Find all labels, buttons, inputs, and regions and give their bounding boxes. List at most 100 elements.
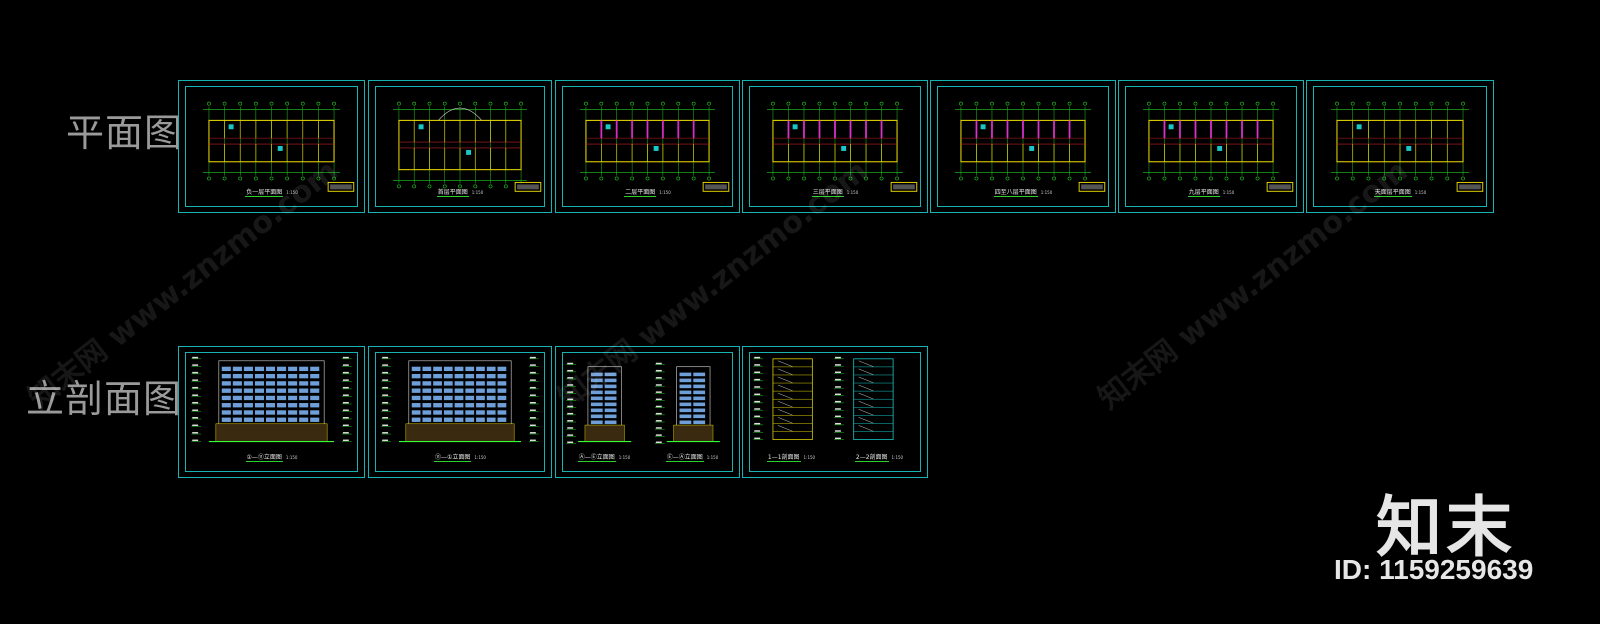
podium bbox=[673, 424, 714, 442]
door-mark bbox=[1006, 120, 1009, 139]
window bbox=[221, 381, 231, 386]
sheet-title: 四至八层平面图 1:150 bbox=[931, 187, 1115, 197]
door-mark bbox=[1163, 120, 1166, 139]
window bbox=[443, 373, 453, 379]
window bbox=[288, 417, 298, 422]
window bbox=[590, 414, 603, 419]
sheet-scale: 1:150 bbox=[471, 190, 484, 195]
level-text bbox=[342, 394, 349, 396]
level-text bbox=[835, 356, 841, 359]
window bbox=[265, 410, 276, 415]
grid-bubble bbox=[1429, 176, 1434, 181]
grid-bubble bbox=[584, 176, 588, 181]
plan-sheet[interactable]: 首层平面图 1:150 bbox=[368, 80, 552, 213]
window bbox=[310, 366, 320, 372]
stair-flight bbox=[777, 368, 793, 376]
window bbox=[277, 366, 287, 372]
grid-bubble bbox=[879, 101, 884, 106]
stair-mark bbox=[605, 124, 611, 130]
level-text bbox=[754, 356, 761, 359]
level-text bbox=[655, 427, 662, 429]
level-text bbox=[382, 401, 389, 404]
podium bbox=[405, 423, 515, 442]
window bbox=[243, 417, 253, 422]
grid-bubble bbox=[1445, 176, 1450, 181]
stair-mark bbox=[1168, 124, 1174, 130]
level-text bbox=[192, 394, 199, 396]
window bbox=[243, 373, 253, 379]
elevation-sheet[interactable]: 1—1剖面图 1:150 2—2剖面图 1:150 bbox=[742, 346, 928, 478]
window bbox=[590, 408, 603, 413]
window bbox=[221, 410, 231, 415]
grid-bubble bbox=[676, 101, 681, 106]
grid-bubble bbox=[1398, 101, 1402, 106]
level-text bbox=[835, 408, 841, 410]
window bbox=[693, 414, 706, 419]
sheet-scale: 1:150 bbox=[1222, 190, 1235, 195]
door-mark bbox=[1256, 120, 1259, 139]
stair-mark bbox=[418, 124, 424, 130]
window bbox=[254, 417, 265, 422]
elevation-sheet[interactable]: ⑪—①立面图 1:150 bbox=[368, 346, 552, 478]
grid-bubble bbox=[1240, 101, 1244, 106]
plan-sheet[interactable]: 九层平面图 1:150 bbox=[1118, 80, 1304, 213]
grid-bubble bbox=[1429, 101, 1434, 106]
level-text bbox=[192, 409, 199, 411]
level-text bbox=[655, 384, 662, 386]
plan-sheet[interactable]: 二层平面图 1:150 bbox=[555, 80, 740, 213]
window bbox=[454, 410, 464, 415]
window bbox=[288, 403, 298, 408]
window bbox=[288, 410, 298, 415]
plans-label: 平面图 bbox=[66, 111, 184, 155]
window bbox=[486, 373, 496, 379]
door-mark bbox=[1053, 120, 1056, 139]
grid-bubble bbox=[519, 101, 523, 106]
window bbox=[476, 388, 485, 393]
window bbox=[476, 417, 485, 422]
level-text bbox=[382, 371, 389, 374]
level-text bbox=[342, 356, 349, 359]
sheet-scale: 1:150 bbox=[1040, 190, 1053, 195]
window bbox=[221, 373, 231, 379]
grid-bubble bbox=[1382, 101, 1387, 106]
level-text bbox=[192, 439, 199, 442]
elevation-sheet[interactable]: ①—⑪立面图 1:150 bbox=[178, 346, 365, 478]
sheet-title: ⑪—①立面图 1:150 bbox=[369, 452, 551, 462]
stair-mark bbox=[1356, 124, 1362, 130]
window bbox=[443, 417, 453, 422]
level-text bbox=[754, 393, 761, 396]
level-text bbox=[529, 409, 536, 411]
plan-sheet[interactable]: 四至八层平面图 1:150 bbox=[930, 80, 1116, 213]
level-text bbox=[655, 369, 662, 372]
window bbox=[433, 403, 442, 408]
sheet-title: 1—1剖面图 1:150 bbox=[751, 452, 831, 462]
window bbox=[277, 395, 287, 401]
grid-bubble bbox=[974, 101, 979, 106]
sheet-scale: 1:150 bbox=[1414, 190, 1427, 195]
grid-bubble bbox=[1413, 101, 1418, 106]
grid-bubble bbox=[895, 101, 899, 106]
window bbox=[476, 366, 485, 372]
level-text bbox=[382, 394, 389, 396]
grid-bubble bbox=[1162, 101, 1167, 106]
sheet-title-text: 首层平面图 bbox=[436, 189, 469, 197]
level-text bbox=[529, 371, 536, 374]
window bbox=[254, 373, 265, 379]
stair-flight bbox=[858, 376, 874, 384]
level-text bbox=[382, 432, 389, 434]
stair-mark bbox=[1029, 146, 1035, 151]
window bbox=[486, 366, 496, 372]
level-text bbox=[382, 417, 389, 419]
window bbox=[454, 381, 464, 386]
window bbox=[433, 366, 442, 372]
door-mark bbox=[834, 120, 836, 139]
level-text bbox=[192, 386, 199, 389]
window bbox=[476, 381, 485, 386]
grid-bubble bbox=[1021, 101, 1025, 106]
grid-bubble bbox=[222, 101, 227, 106]
window bbox=[254, 395, 265, 401]
level-text bbox=[342, 424, 349, 427]
door-mark bbox=[975, 120, 978, 139]
level-text bbox=[655, 398, 662, 401]
level-text bbox=[655, 420, 662, 422]
